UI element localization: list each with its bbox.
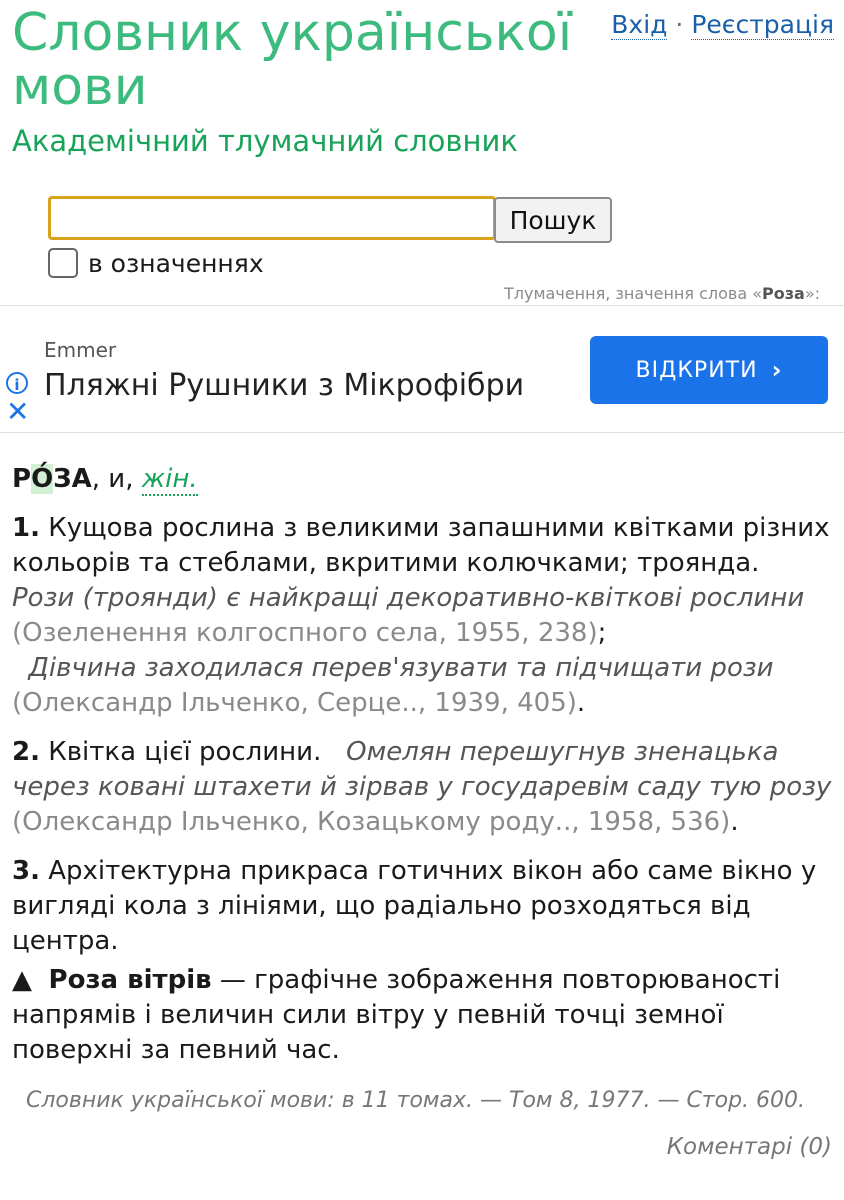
gender-abbr[interactable]: жін. — [141, 464, 198, 496]
caption-prefix: Тлумачення, значення слова « — [504, 284, 762, 303]
close-icon[interactable]: ✕ — [6, 398, 29, 426]
example-quote: Дівчина заходилася перев'язувати та підч… — [28, 653, 774, 683]
search-input[interactable] — [48, 196, 496, 240]
ad-banner[interactable]: i ✕ Emmer Пляжні Рушники з Мікрофібри ВІ… — [0, 305, 844, 433]
example-separator: ; — [597, 618, 607, 648]
sense-1: 1. Кущова рослина з великими запашними к… — [12, 511, 834, 721]
sense-number: 3. — [12, 856, 40, 886]
example-source: (Олександр Ільченко, Серце.., 1939, 405) — [12, 688, 577, 718]
stressed-letter: О́ — [31, 464, 54, 494]
login-link[interactable]: Вхід — [611, 10, 668, 40]
ad-advertiser[interactable]: Emmer — [44, 338, 116, 362]
example-source: (Олександр Ільченко, Козацькому роду.., … — [12, 807, 731, 837]
source-citation: Словник української мови: в 11 томах. — … — [26, 1088, 806, 1113]
phrase-term: Роза вітрів — [48, 965, 212, 995]
headword-part: ЗА — [53, 464, 92, 494]
site-title[interactable]: Словник української мови — [12, 6, 592, 114]
info-icon[interactable]: i — [6, 372, 28, 394]
phrase-entry: ▲ Роза вітрів — графічне зображення повт… — [12, 963, 834, 1068]
sense-2: 2. Квітка цієї рослини. Омелян перешугну… — [12, 735, 834, 840]
sense-definition: Архітектурна прикраса готичних вікон або… — [12, 856, 817, 956]
ad-headline[interactable]: Пляжні Рушники з Мікрофібри — [44, 368, 524, 403]
site-subtitle: Академічний тлумачний словник — [12, 124, 518, 158]
dictionary-entry: РО́ЗА, и, жін. 1. Кущова рослина з велик… — [12, 462, 834, 1068]
ad-open-button[interactable]: ВІДКРИТИ › — [590, 336, 828, 404]
in-definitions-label[interactable]: в означеннях — [88, 249, 264, 278]
sense-end: . — [576, 688, 586, 718]
sense-end: . — [730, 807, 739, 837]
headword-part: Р — [12, 464, 32, 494]
sense-definition: Кущова рослина з великими запашними квіт… — [12, 513, 830, 578]
in-definitions-checkbox[interactable] — [48, 248, 78, 278]
triangle-up-icon: ▲ — [12, 965, 32, 995]
comments-link[interactable]: Коментарі (0) — [667, 1134, 832, 1160]
caption-suffix: »: — [804, 284, 820, 303]
register-link[interactable]: Реєстрація — [691, 10, 834, 40]
ad-open-label: ВІДКРИТИ — [635, 357, 758, 383]
sense-3: 3. Архітектурна прикраса готичних вікон … — [12, 854, 834, 959]
caption-word: Роза — [762, 284, 805, 303]
auth-links: Вхід · Реєстрація — [611, 10, 834, 40]
chevron-right-icon: › — [771, 356, 783, 384]
entry-headword-line: РО́ЗА, и, жін. — [12, 462, 834, 497]
search-button[interactable]: Пошук — [494, 197, 612, 243]
sense-number: 1. — [12, 513, 40, 543]
sense-number: 2. — [12, 737, 40, 767]
in-definitions-option[interactable]: в означеннях — [48, 248, 264, 278]
sense-definition: Квітка цієї рослини. — [39, 737, 322, 767]
example-quote: Рози (троянди) є найкращі декоративно-кв… — [12, 583, 805, 613]
meaning-caption: Тлумачення, значення слова «Роза»: — [504, 284, 820, 303]
headword: РО́ЗА — [12, 464, 92, 494]
example-source: (Озеленення колгоспного села, 1955, 238) — [12, 618, 598, 648]
word-forms: , и, — [91, 464, 142, 494]
auth-separator: · — [675, 10, 684, 39]
